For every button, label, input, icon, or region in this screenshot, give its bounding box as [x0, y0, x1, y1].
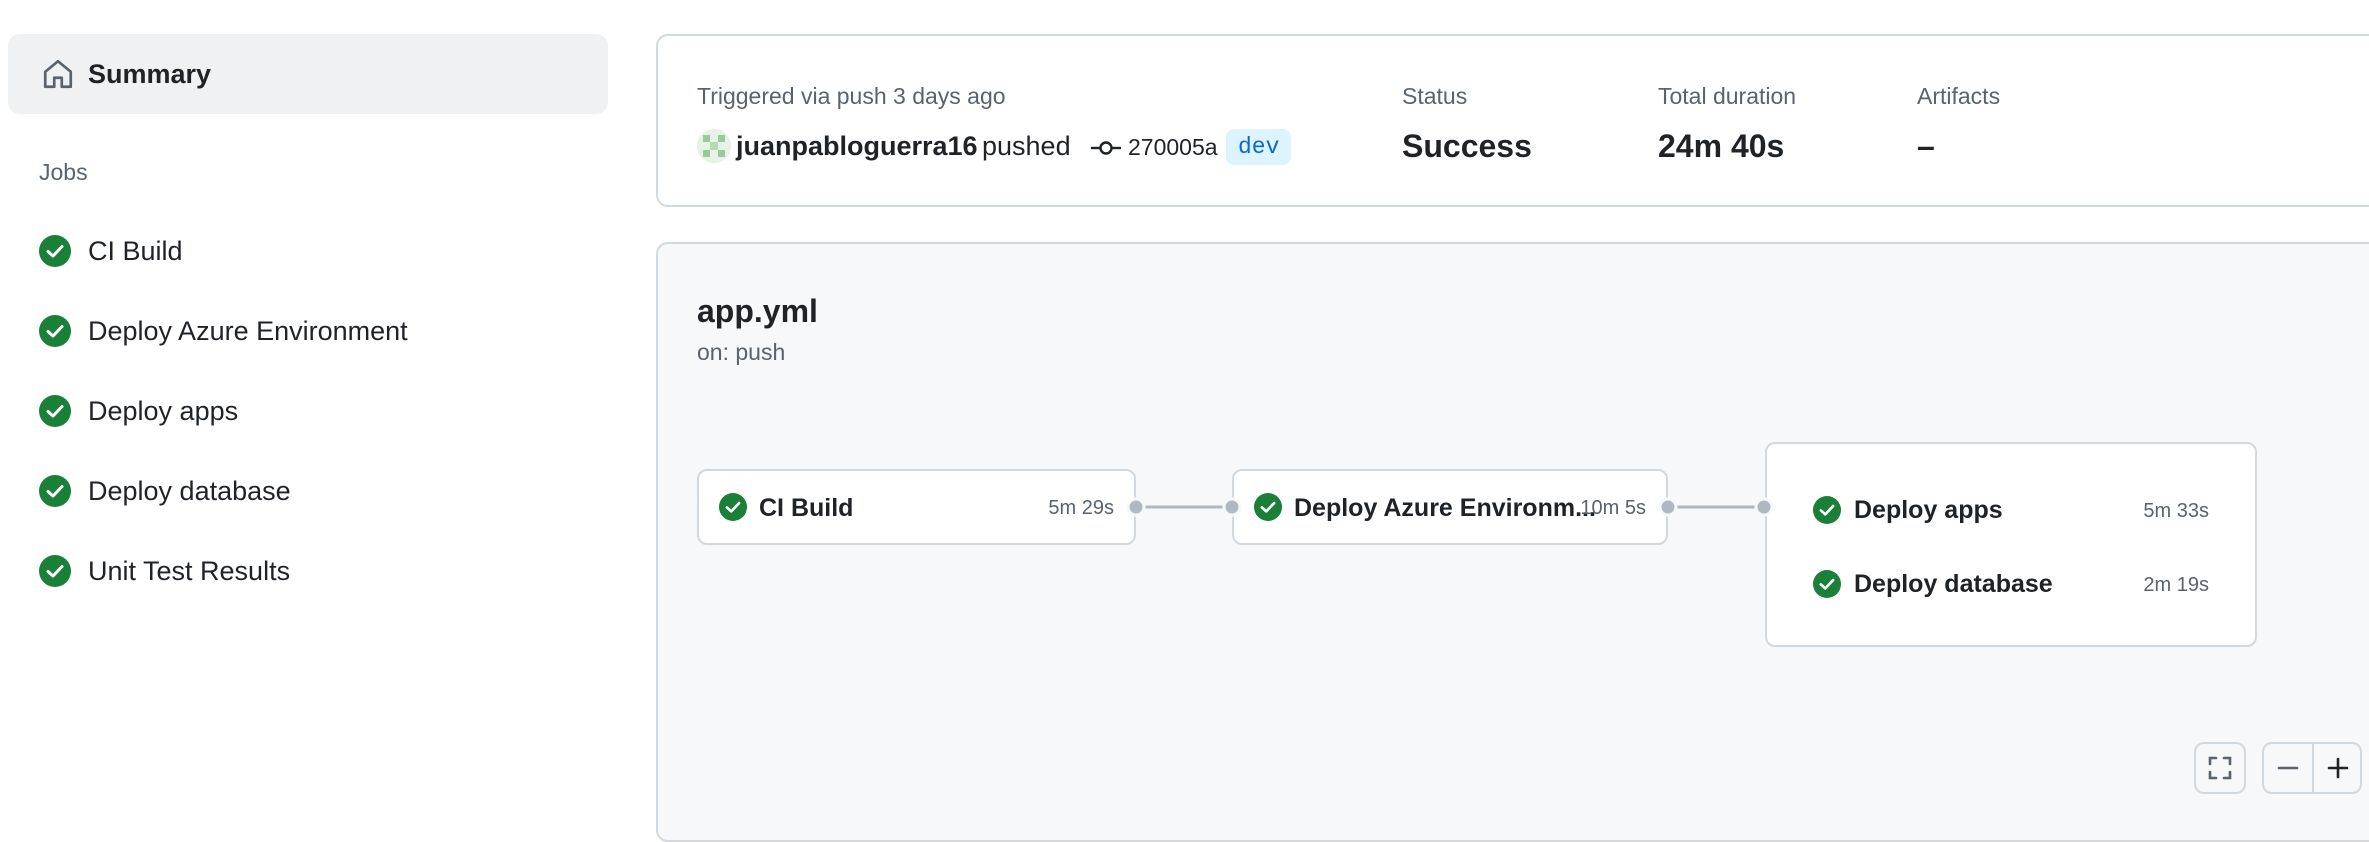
zoom-in-button[interactable]	[2314, 744, 2362, 792]
check-circle-icon	[1813, 570, 1841, 598]
graph-node-duration: 5m 29s	[1048, 497, 1114, 519]
total-duration-label: Total duration	[1658, 83, 1797, 109]
graph-node-ci-build[interactable]: CI Build 5m 29s	[697, 469, 1136, 545]
check-circle-icon	[1254, 493, 1282, 521]
sidebar-job-ci-build[interactable]: CI Build	[8, 219, 608, 283]
sidebar-job-label: Deploy database	[88, 476, 291, 506]
artifacts-label: Artifacts	[1917, 83, 2001, 109]
status-value: Success	[1402, 128, 1532, 164]
jobs-heading: Jobs	[39, 159, 88, 185]
check-circle-icon	[39, 475, 71, 507]
graph-node-duration: 10m 5s	[1580, 497, 1646, 519]
fullscreen-button[interactable]	[2194, 742, 2246, 794]
branch-badge[interactable]: dev	[1226, 129, 1292, 165]
graph-node-label: CI Build	[759, 494, 854, 522]
graph-node-deploy-database[interactable]: Deploy database 2m 19s	[1767, 564, 2255, 604]
zoom-controls	[2262, 742, 2362, 794]
check-circle-icon	[39, 555, 71, 587]
sidebar-job-unit-test-results[interactable]: Unit Test Results	[8, 539, 608, 603]
actor-link[interactable]: juanpabloguerra16	[736, 128, 978, 164]
sidebar-summary-link[interactable]: Summary	[8, 34, 608, 114]
graph-node-deploy-apps[interactable]: Deploy apps 5m 33s	[1767, 490, 2255, 530]
sidebar-job-label: Deploy Azure Environment	[88, 316, 408, 346]
action-text: pushed	[982, 131, 1071, 161]
run-summary-card	[656, 34, 2369, 207]
check-circle-icon	[1813, 496, 1841, 524]
sidebar-job-label: CI Build	[88, 236, 183, 266]
graph-node-deploy-azure-environment[interactable]: Deploy Azure Environm... 10m 5s	[1232, 469, 1668, 545]
workflow-trigger: on: push	[697, 339, 786, 365]
sidebar-job-deploy-azure-environment[interactable]: Deploy Azure Environment	[8, 299, 608, 363]
check-circle-icon	[39, 315, 71, 347]
graph-node-group-deploy: Deploy apps 5m 33s Deploy database 2m 19…	[1765, 442, 2257, 647]
sidebar-job-label: Unit Test Results	[88, 556, 291, 586]
zoom-in-icon	[2327, 757, 2349, 779]
sidebar-summary-label: Summary	[88, 59, 212, 89]
zoom-out-button[interactable]	[2264, 744, 2312, 792]
sidebar-job-deploy-apps[interactable]: Deploy apps	[8, 379, 608, 443]
graph-node-duration: 2m 19s	[2143, 574, 2209, 596]
graph-node-label: Deploy apps	[1854, 496, 2003, 524]
sidebar-job-deploy-database[interactable]: Deploy database	[8, 459, 608, 523]
total-duration-value: 24m 40s	[1658, 128, 1785, 164]
fullscreen-icon	[2196, 744, 2244, 792]
status-label: Status	[1402, 83, 1468, 109]
graph-node-duration: 5m 33s	[2143, 500, 2209, 522]
graph-node-label: Deploy Azure Environm...	[1294, 494, 1596, 522]
graph-node-label: Deploy database	[1854, 570, 2053, 598]
check-circle-icon	[719, 493, 747, 521]
artifacts-value: –	[1917, 128, 1935, 164]
trigger-text: Triggered via push 3 days ago	[697, 83, 1006, 109]
git-commit-icon	[1090, 132, 1122, 164]
check-circle-icon	[39, 395, 71, 427]
check-circle-icon	[39, 235, 71, 267]
home-icon	[40, 56, 76, 92]
zoom-out-icon	[2277, 766, 2299, 770]
sidebar-job-label: Deploy apps	[88, 396, 239, 426]
avatar[interactable]	[697, 129, 731, 163]
commit-sha-link[interactable]: 270005a	[1128, 131, 1218, 163]
workflow-name[interactable]: app.yml	[697, 290, 818, 332]
